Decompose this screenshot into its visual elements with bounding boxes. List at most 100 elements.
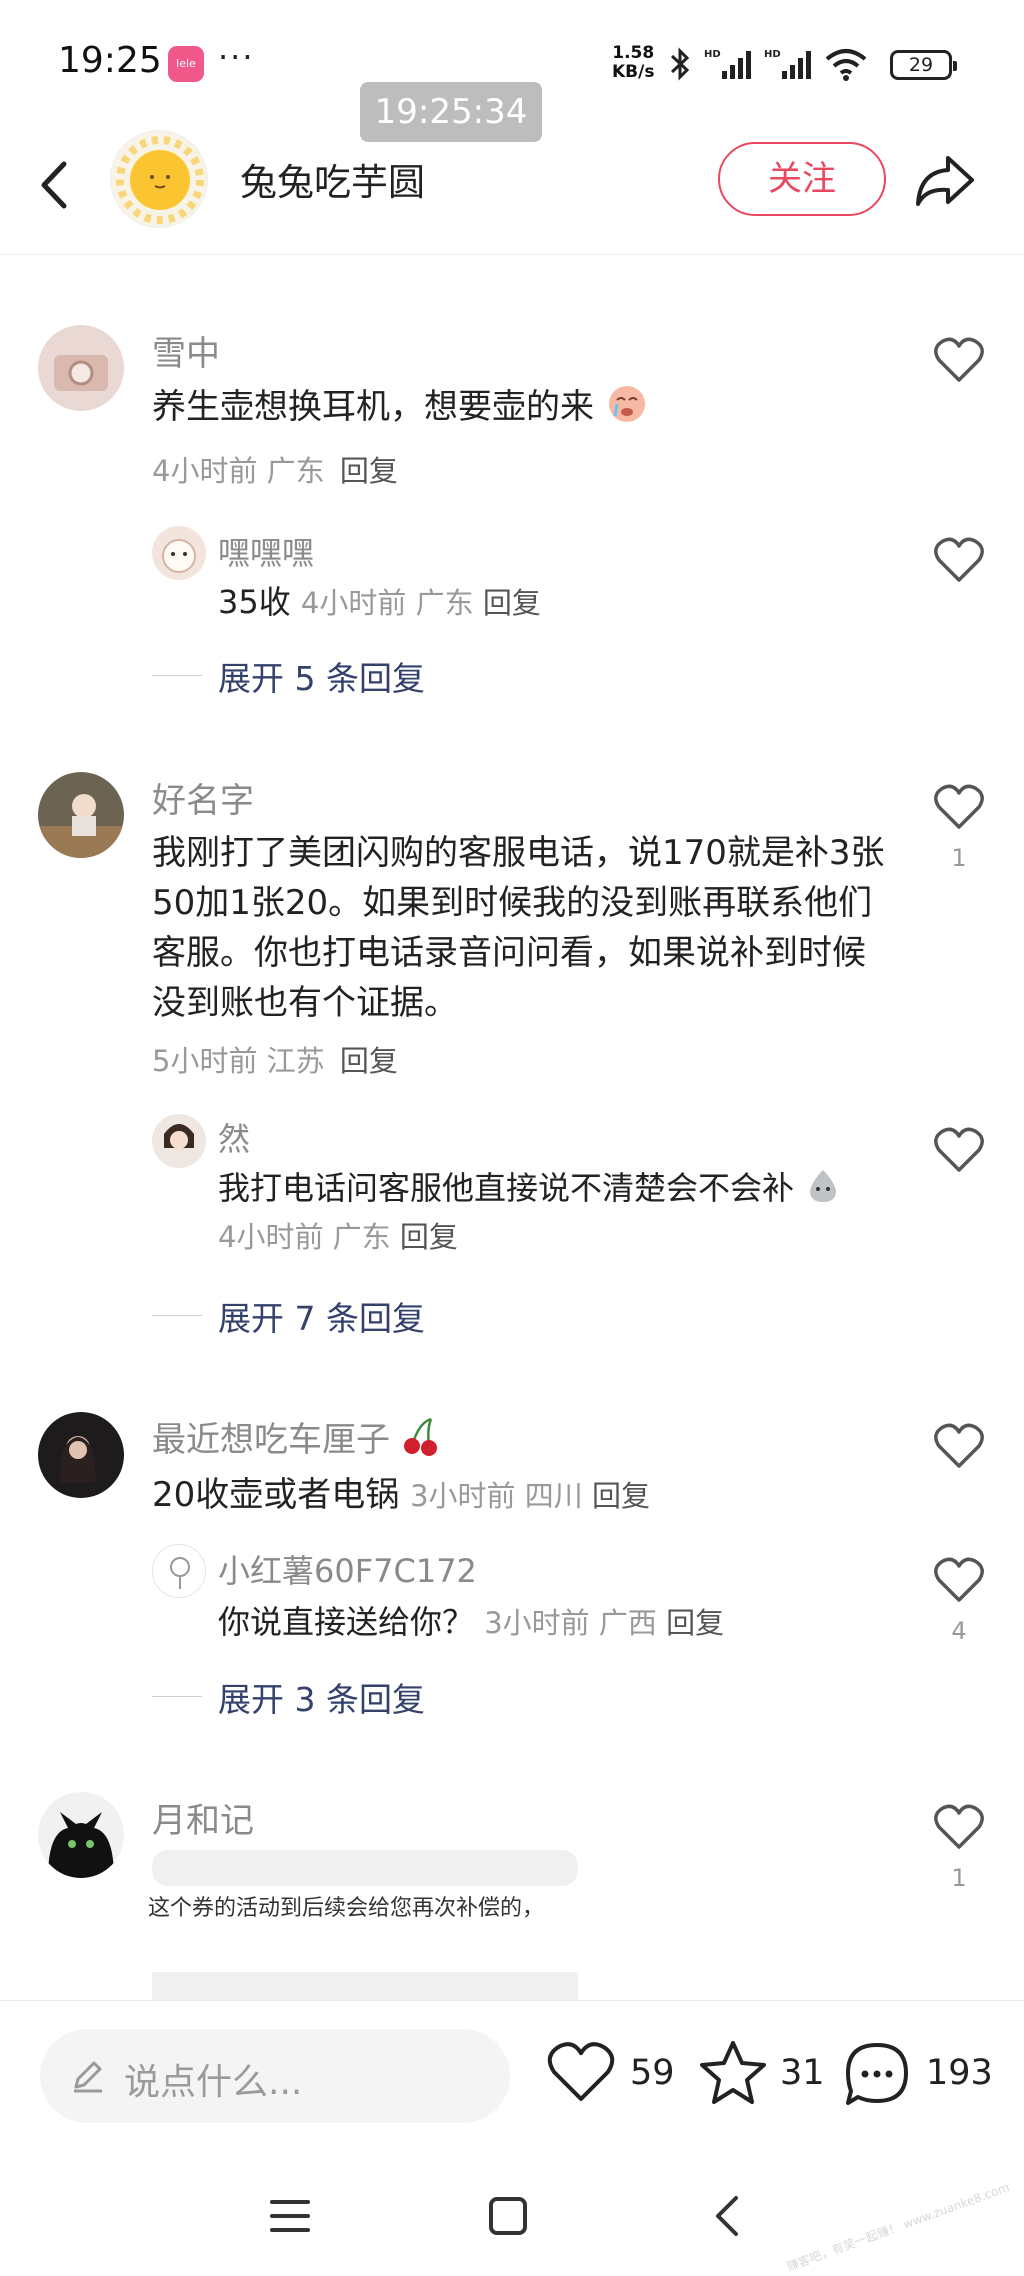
like-heart-icon[interactable] <box>933 1422 985 1470</box>
like-heart-icon[interactable] <box>933 1556 985 1604</box>
expand-divider <box>152 675 202 676</box>
reply-location: 广东 <box>415 586 474 620</box>
reply-avatar[interactable] <box>152 1544 206 1598</box>
comment-text-body: 20收壶或者电锅 <box>152 1475 400 1515</box>
comment-input-placeholder: 说点什么... <box>124 2062 303 2103</box>
reply-meta: 4小时前 广东 回复 <box>301 586 541 620</box>
comment-location: 四川 <box>524 1479 583 1513</box>
expand-replies-button[interactable]: 展开 3 条回复 <box>218 1673 425 1721</box>
reply-text-body: 35收 <box>218 583 291 621</box>
comment-location: 江苏 <box>266 1044 325 1078</box>
comment-time: 5小时前 <box>152 1044 258 1078</box>
home-square-icon[interactable] <box>488 2196 528 2236</box>
wifi-icon <box>825 49 867 81</box>
reply-location: 广东 <box>332 1220 391 1254</box>
more-notifications-icon: ··· <box>218 38 255 76</box>
like-count: 4 <box>951 1617 967 1645</box>
comment-time: 4小时前 <box>152 454 258 488</box>
reply-button[interactable]: 回复 <box>483 586 541 620</box>
battery-icon: 29 <box>890 50 957 80</box>
pencil-icon <box>74 2061 102 2093</box>
network-speed: 1.58 KB/s <box>612 44 654 82</box>
author-avatar[interactable] <box>110 130 208 228</box>
reply-text-body: 你说直接送给你？ <box>218 1603 475 1641</box>
heart-icon <box>547 2042 615 2101</box>
signal-hd-icon-2: HD <box>764 49 811 79</box>
commenter-name[interactable]: 最近想吃车厘子 <box>152 1412 441 1461</box>
comment-text[interactable]: 我刚打了美团闪购的客服电话，说170就是补3张50加1张20。如果到时候我的没到… <box>152 828 892 1028</box>
commenter-name[interactable]: 好名字 <box>152 773 254 822</box>
favorite-action[interactable]: 31 <box>698 2039 825 2109</box>
status-icons: HD HD <box>668 44 868 84</box>
like-heart-icon[interactable] <box>933 536 985 584</box>
comment-time: 3小时前 <box>410 1479 516 1513</box>
reply-text-body: 我打电话问客服他直接说不清楚会不会补 <box>218 1169 795 1207</box>
like-action[interactable]: 59 <box>546 2039 676 2109</box>
reply-avatar[interactable] <box>152 1114 206 1168</box>
commenter-avatar[interactable] <box>38 772 124 858</box>
back-arrow-icon[interactable] <box>30 150 80 220</box>
reply-location: 广西 <box>598 1606 657 1640</box>
commenter-avatar[interactable] <box>38 1792 124 1878</box>
reply-button[interactable]: 回复 <box>340 1044 398 1078</box>
reply-text[interactable]: 你说直接送给你？ 3小时前 广西 回复 <box>218 1598 858 1647</box>
reply-time: 3小时前 <box>484 1606 590 1640</box>
favorite-total: 31 <box>780 2053 825 2093</box>
reply-button[interactable]: 回复 <box>592 1479 650 1513</box>
crying-emoji-icon <box>608 386 645 422</box>
commenter-avatar[interactable] <box>38 325 124 411</box>
reply-button[interactable]: 回复 <box>400 1220 458 1254</box>
comment-meta: 5小时前 江苏 回复 <box>152 1038 398 1080</box>
signal-hd-icon: HD <box>704 49 751 79</box>
reply-name[interactable]: 嘿嘿嘿 <box>218 528 314 574</box>
expand-divider <box>152 1315 202 1316</box>
sweat-emoji-icon <box>810 1170 837 1202</box>
comment-bubble-icon <box>846 2043 908 2105</box>
svg-text:HD: HD <box>764 49 781 60</box>
reply-name[interactable]: 然 <box>218 1114 250 1160</box>
comment-image-lower[interactable] <box>152 1972 578 2000</box>
reply-name[interactable]: 小红薯60F7C172 <box>218 1546 477 1592</box>
comment-input[interactable]: 说点什么... <box>40 2029 510 2123</box>
bottom-action-bar: 说点什么... 59 31 193 <box>0 2000 1024 2156</box>
comment-text-body: 养生壶想换耳机，想要壶的来 <box>152 387 594 427</box>
expand-replies-button[interactable]: 展开 7 条回复 <box>218 1292 425 1340</box>
app-notification-icon: lele <box>168 46 204 82</box>
comment-total: 193 <box>926 2053 993 2093</box>
expand-replies-button[interactable]: 展开 5 条回复 <box>218 652 425 700</box>
follow-button[interactable]: 关注 <box>718 142 886 216</box>
comment-image-caption: 这个券的活动到后续会给您再次补偿的， <box>148 1896 545 1921</box>
like-heart-icon[interactable] <box>933 1803 985 1851</box>
note-header: 兔兔吃芋圆 关注 <box>0 130 1024 255</box>
reply-text[interactable]: 我打电话问客服他直接说不清楚会不会补 4小时前 广东 回复 <box>218 1164 858 1261</box>
like-count: 1 <box>951 844 967 872</box>
commenter-name[interactable]: 月和记 <box>152 1793 254 1842</box>
expand-divider <box>152 1696 202 1697</box>
like-heart-icon[interactable] <box>933 783 985 831</box>
reply-time: 4小时前 <box>218 1220 324 1254</box>
reply-text[interactable]: 35收 4小时前 广东 回复 <box>218 578 858 627</box>
share-icon[interactable] <box>912 150 978 210</box>
svg-text:HD: HD <box>704 49 721 60</box>
reply-button[interactable]: 回复 <box>340 454 398 488</box>
like-heart-icon[interactable] <box>933 1126 985 1174</box>
reply-button[interactable]: 回复 <box>666 1606 724 1640</box>
comment-image[interactable] <box>152 1850 578 1886</box>
commenter-name[interactable]: 雪中 <box>152 326 220 375</box>
like-heart-icon[interactable] <box>933 336 985 384</box>
reply-avatar[interactable] <box>152 526 206 580</box>
menu-icon[interactable] <box>268 2196 312 2236</box>
nav-back-icon[interactable] <box>712 2194 742 2238</box>
comment-location: 广东 <box>266 454 325 488</box>
comment-text[interactable]: 养生壶想换耳机，想要壶的来 <box>152 382 712 432</box>
commenter-avatar[interactable] <box>38 1412 124 1498</box>
reply-meta: 3小时前 广西 回复 <box>484 1606 724 1640</box>
system-nav-bar <box>0 2156 1024 2276</box>
author-name[interactable]: 兔兔吃芋圆 <box>240 152 425 206</box>
cherry-emoji-icon <box>403 1417 437 1456</box>
reply-meta: 4小时前 广东 回复 <box>218 1220 458 1254</box>
comment-text[interactable]: 20收壶或者电锅 3小时前 四川 回复 <box>152 1470 872 1521</box>
comment-action[interactable]: 193 <box>842 2039 993 2109</box>
network-speed-unit: KB/s <box>612 62 655 82</box>
like-total: 59 <box>630 2053 675 2093</box>
